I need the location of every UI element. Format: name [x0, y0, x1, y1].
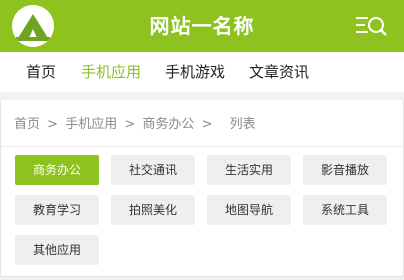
- category-media-player[interactable]: 影音播放: [303, 155, 387, 185]
- header-bar: 网站一名称: [0, 0, 404, 52]
- nav-item-home[interactable]: 首页: [26, 52, 56, 92]
- category-navigation[interactable]: 地图导航: [207, 195, 291, 225]
- category-social[interactable]: 社交通讯: [111, 155, 195, 185]
- category-other-apps[interactable]: 其他应用: [15, 235, 99, 265]
- breadcrumb-business-office[interactable]: 商务办公: [142, 117, 194, 132]
- divider: [0, 146, 404, 147]
- breadcrumb-separator: >: [124, 117, 136, 132]
- main-nav: 首页 手机应用 手机游戏 文章资讯: [0, 52, 404, 92]
- breadcrumb-home[interactable]: 首页: [14, 117, 40, 132]
- section-spacer: [0, 92, 404, 100]
- category-business-office[interactable]: 商务办公: [15, 155, 99, 185]
- category-life-tools[interactable]: 生活实用: [207, 155, 291, 185]
- category-system-tools[interactable]: 系统工具: [303, 195, 387, 225]
- menu-search-icon[interactable]: [352, 12, 390, 40]
- breadcrumb-mobile-apps[interactable]: 手机应用: [65, 117, 117, 132]
- nav-item-mobile-games[interactable]: 手机游戏: [165, 52, 225, 92]
- breadcrumb-separator: >: [47, 117, 59, 132]
- site-title: 网站一名称: [149, 14, 255, 38]
- nav-item-articles[interactable]: 文章资讯: [249, 52, 309, 92]
- category-photo[interactable]: 拍照美化: [111, 195, 195, 225]
- nav-item-mobile-apps[interactable]: 手机应用: [81, 52, 141, 92]
- category-education[interactable]: 教育学习: [15, 195, 99, 225]
- breadcrumb-current: 列表: [229, 117, 256, 132]
- breadcrumb-separator: >: [201, 117, 213, 132]
- breadcrumb: 首页 > 手机应用 > 商务办公 > 列表: [14, 114, 256, 136]
